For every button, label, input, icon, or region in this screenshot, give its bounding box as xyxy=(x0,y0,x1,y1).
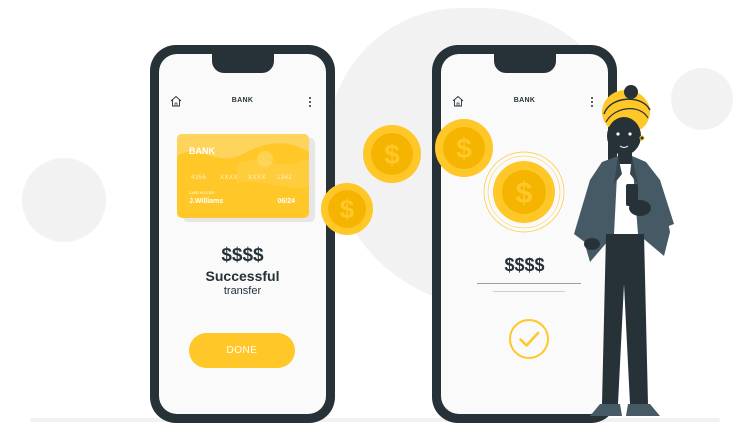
background-blob-left xyxy=(22,158,106,242)
phone-left: BANK BANK 4356 XXXX XXXX 1342 CARD HOLDE… xyxy=(150,45,335,423)
phone-notch xyxy=(493,51,556,73)
transfer-status-detail: transfer xyxy=(223,285,262,297)
coin-symbol: $ xyxy=(456,133,472,164)
coin-symbol: $ xyxy=(340,194,355,224)
dollar-coin-icon: $ xyxy=(363,125,421,183)
card-bank-label: BANK xyxy=(189,146,215,156)
phone-left-screen: BANK BANK 4356 XXXX XXXX 1342 CARD HOLDE… xyxy=(159,54,326,414)
transfer-amount: $$$$ xyxy=(221,245,264,266)
done-button[interactable]: DONE xyxy=(189,333,295,368)
illustration-scene: BANK BANK 4356 XXXX XXXX 1342 CARD HOLDE… xyxy=(0,0,743,438)
card-expiry: 06/24 xyxy=(277,198,295,205)
kebab-menu-icon[interactable] xyxy=(308,95,312,109)
card-number-group: XXXX xyxy=(248,175,267,181)
card-holder-label: CARD HOLDER xyxy=(189,191,215,195)
divider-line xyxy=(493,291,565,292)
dollar-coin-glowing-icon: $ xyxy=(483,151,565,233)
check-circle-icon xyxy=(509,319,549,359)
phone-notch xyxy=(211,51,274,73)
card-holder-name: J.Williams xyxy=(189,198,224,205)
card-number-group: 4356 xyxy=(191,175,207,181)
transfer-status: Successful xyxy=(205,268,280,284)
card-number-group: 1342 xyxy=(277,175,293,181)
coin-symbol: $ xyxy=(384,139,400,170)
bank-card: BANK 4356 XXXX XXXX 1342 CARD HOLDER J.W… xyxy=(177,134,309,218)
app-title: BANK xyxy=(231,97,254,104)
woman-with-phone-illustration xyxy=(574,85,674,416)
phone-left-topbar: BANK xyxy=(159,94,326,110)
card-number-group: XXXX xyxy=(220,175,239,181)
dollar-coin-icon: $ xyxy=(321,183,373,235)
coin-symbol: $ xyxy=(516,177,533,210)
